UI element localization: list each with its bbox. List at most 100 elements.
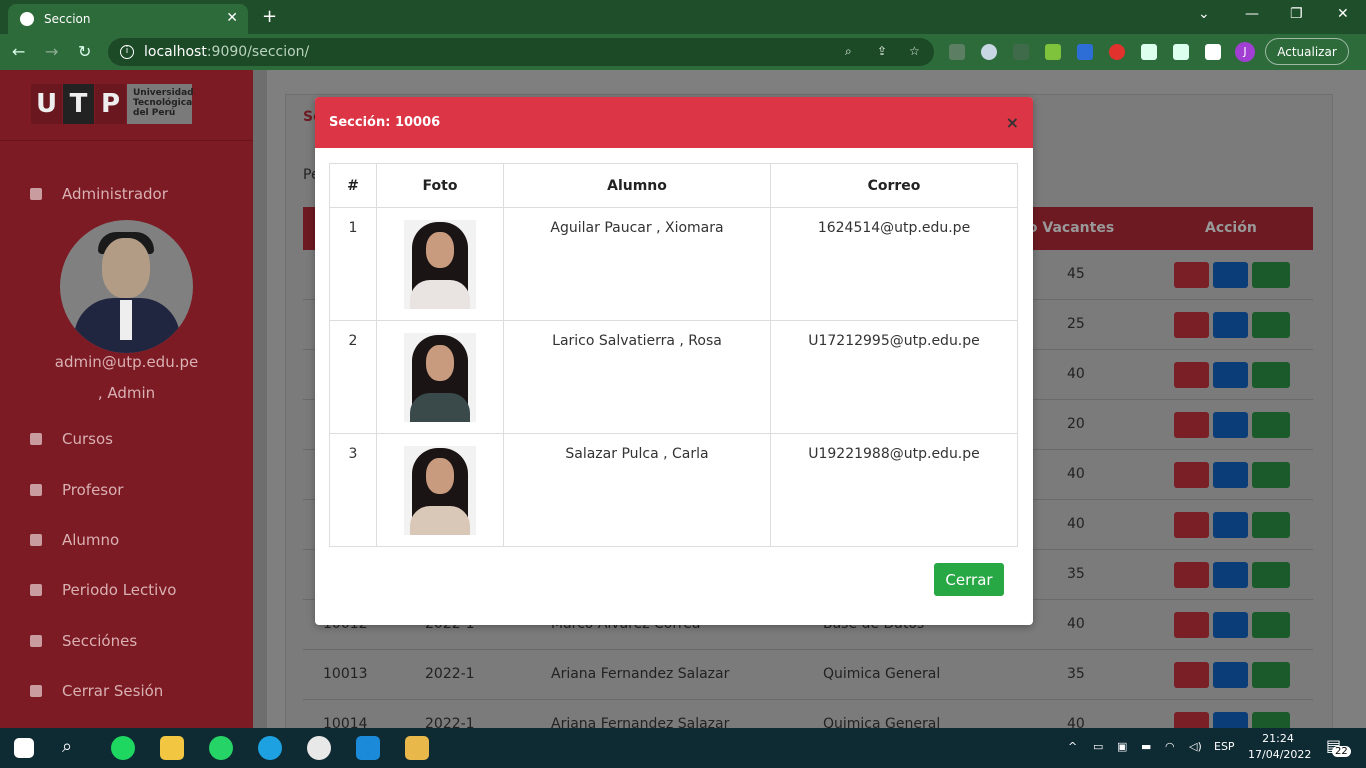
close-window-icon[interactable]: ✕ <box>1337 6 1349 22</box>
spotify-icon[interactable] <box>111 736 135 760</box>
sidebar-item-cursos[interactable]: Cursos <box>30 430 113 448</box>
bookmark-button[interactable] <box>1213 512 1248 538</box>
chrome-icon[interactable] <box>307 736 331 760</box>
app-cube-icon[interactable] <box>405 736 429 760</box>
table-row: 10013 2022-1 Ariana Fernandez Salazar Quimi… <box>303 650 1313 700</box>
sidebar-item-secciones[interactable]: Secciónes <box>30 632 137 650</box>
list-button[interactable] <box>1252 312 1290 338</box>
onedrive-icon[interactable]: ▣ <box>1117 740 1127 753</box>
sidebar-divider <box>0 140 253 141</box>
list-button[interactable] <box>1252 412 1290 438</box>
back-icon[interactable]: ← <box>12 42 25 61</box>
extension-icon-3[interactable] <box>1013 44 1029 60</box>
share-icon[interactable]: ⇪ <box>877 44 887 58</box>
modal-close-icon[interactable]: × <box>1006 113 1019 132</box>
list-button[interactable] <box>1252 712 1290 728</box>
bookmark-button[interactable] <box>1213 412 1248 438</box>
media-control-icon[interactable] <box>1173 44 1189 60</box>
windows-taskbar: ⌕ ^ ▭ ▣ ▬ ◠ ◁) ESP 21:24 17/04/2022 ▤ 22 <box>0 728 1366 768</box>
header-alumno: Alumno <box>503 163 771 208</box>
close-tab-icon[interactable]: ✕ <box>226 10 238 26</box>
bookmark-button[interactable] <box>1213 662 1248 688</box>
list-button[interactable] <box>1252 562 1290 588</box>
download-extension-icon[interactable] <box>1045 44 1061 60</box>
bookmark-button[interactable] <box>1213 462 1248 488</box>
sidebar-item-profesor[interactable]: Profesor <box>30 481 123 499</box>
reload-icon[interactable]: ↻ <box>78 42 91 61</box>
extension-icon-5[interactable] <box>1077 44 1093 60</box>
bookmark-button[interactable] <box>1213 362 1248 388</box>
delete-button[interactable] <box>1174 412 1209 438</box>
bookmark-button[interactable] <box>1213 712 1248 728</box>
windows-start-icon[interactable] <box>14 738 34 758</box>
whatsapp-icon[interactable] <box>209 736 233 760</box>
delete-button[interactable] <box>1174 262 1209 288</box>
list-button[interactable] <box>1252 362 1290 388</box>
edge-icon[interactable] <box>258 736 282 760</box>
delete-button[interactable] <box>1174 462 1209 488</box>
row-number: 1 <box>329 207 377 321</box>
delete-button[interactable] <box>1174 712 1209 728</box>
delete-button[interactable] <box>1174 662 1209 688</box>
extension-icon-2[interactable] <box>981 44 997 60</box>
header-vacantes: ro Vacantes <box>1021 220 1115 236</box>
bookmark-star-icon[interactable]: ☆ <box>909 44 920 58</box>
minimize-icon[interactable]: — <box>1245 6 1259 22</box>
wifi-icon[interactable]: ◠ <box>1165 740 1175 753</box>
hand-icon <box>30 635 42 647</box>
list-button[interactable] <box>1252 262 1290 288</box>
list-button[interactable] <box>1252 662 1290 688</box>
zoom-icon[interactable]: ⌕ <box>845 44 852 59</box>
language-indicator[interactable]: ESP <box>1214 740 1235 753</box>
sidebar-item-periodo-lectivo[interactable]: Periodo Lectivo <box>30 581 176 599</box>
student-email: U19221988@utp.edu.pe <box>770 433 1018 547</box>
system-clock[interactable]: 21:24 17/04/2022 <box>1248 731 1311 763</box>
table-row: 1 Aguilar Paucar , Xiomara 1624514@utp.e… <box>329 207 1018 321</box>
side-panel-icon[interactable] <box>1205 44 1221 60</box>
profile-avatar[interactable]: J <box>1235 42 1255 62</box>
extensions-puzzle-icon[interactable] <box>1141 44 1157 60</box>
delete-button[interactable] <box>1174 612 1209 638</box>
meet-icon[interactable]: ▭ <box>1093 740 1103 753</box>
section-course: Quimica General <box>823 716 941 728</box>
delete-button[interactable] <box>1174 512 1209 538</box>
student-photo <box>404 446 476 535</box>
bookmark-button[interactable] <box>1213 612 1248 638</box>
bookmark-button[interactable] <box>1213 562 1248 588</box>
close-button[interactable]: Cerrar <box>934 563 1004 596</box>
list-button[interactable] <box>1252 612 1290 638</box>
battery-icon[interactable]: ▬ <box>1141 740 1151 753</box>
sidebar-item-alumno[interactable]: Alumno <box>30 531 119 549</box>
update-button[interactable]: Actualizar <box>1265 38 1349 65</box>
bookmark-button[interactable] <box>1213 312 1248 338</box>
sidebar-item-label: Periodo Lectivo <box>62 581 177 599</box>
extension-icon-6[interactable] <box>1109 44 1125 60</box>
vscode-icon[interactable] <box>356 736 380 760</box>
sidebar-scrollbar[interactable] <box>253 70 267 728</box>
show-hidden-icons[interactable]: ^ <box>1068 740 1077 753</box>
new-tab-icon[interactable]: + <box>262 6 277 27</box>
volume-icon[interactable]: ◁) <box>1189 740 1202 753</box>
hand-icon <box>30 584 42 596</box>
file-explorer-icon[interactable] <box>160 736 184 760</box>
delete-button[interactable] <box>1174 562 1209 588</box>
logo-letter-p: P <box>95 84 126 124</box>
search-icon[interactable]: ⌕ <box>62 736 86 760</box>
restore-icon[interactable]: ❐ <box>1290 6 1303 22</box>
tab-seccion[interactable]: Seccion ✕ <box>8 4 248 34</box>
extension-icon-1[interactable] <box>949 44 965 60</box>
sidebar-item-cerrar-sesion[interactable]: Cerrar Sesión <box>30 682 163 700</box>
user-name: , Admin <box>97 384 156 402</box>
list-button[interactable] <box>1252 512 1290 538</box>
forward-icon[interactable]: → <box>45 42 58 61</box>
site-info-icon[interactable]: i <box>120 45 134 59</box>
address-bar[interactable]: i localhost:9090/seccion/ ⌕ ⇪ ☆ <box>108 38 934 66</box>
modal-title: Sección: 10006 <box>329 115 441 130</box>
delete-button[interactable] <box>1174 362 1209 388</box>
logout-icon <box>30 685 42 697</box>
bookmark-button[interactable] <box>1213 262 1248 288</box>
delete-button[interactable] <box>1174 312 1209 338</box>
tab-search-icon[interactable]: ⌄ <box>1198 6 1210 22</box>
table-row: 3 Salazar Pulca , Carla U19221988@utp.ed… <box>329 433 1018 547</box>
list-button[interactable] <box>1252 462 1290 488</box>
